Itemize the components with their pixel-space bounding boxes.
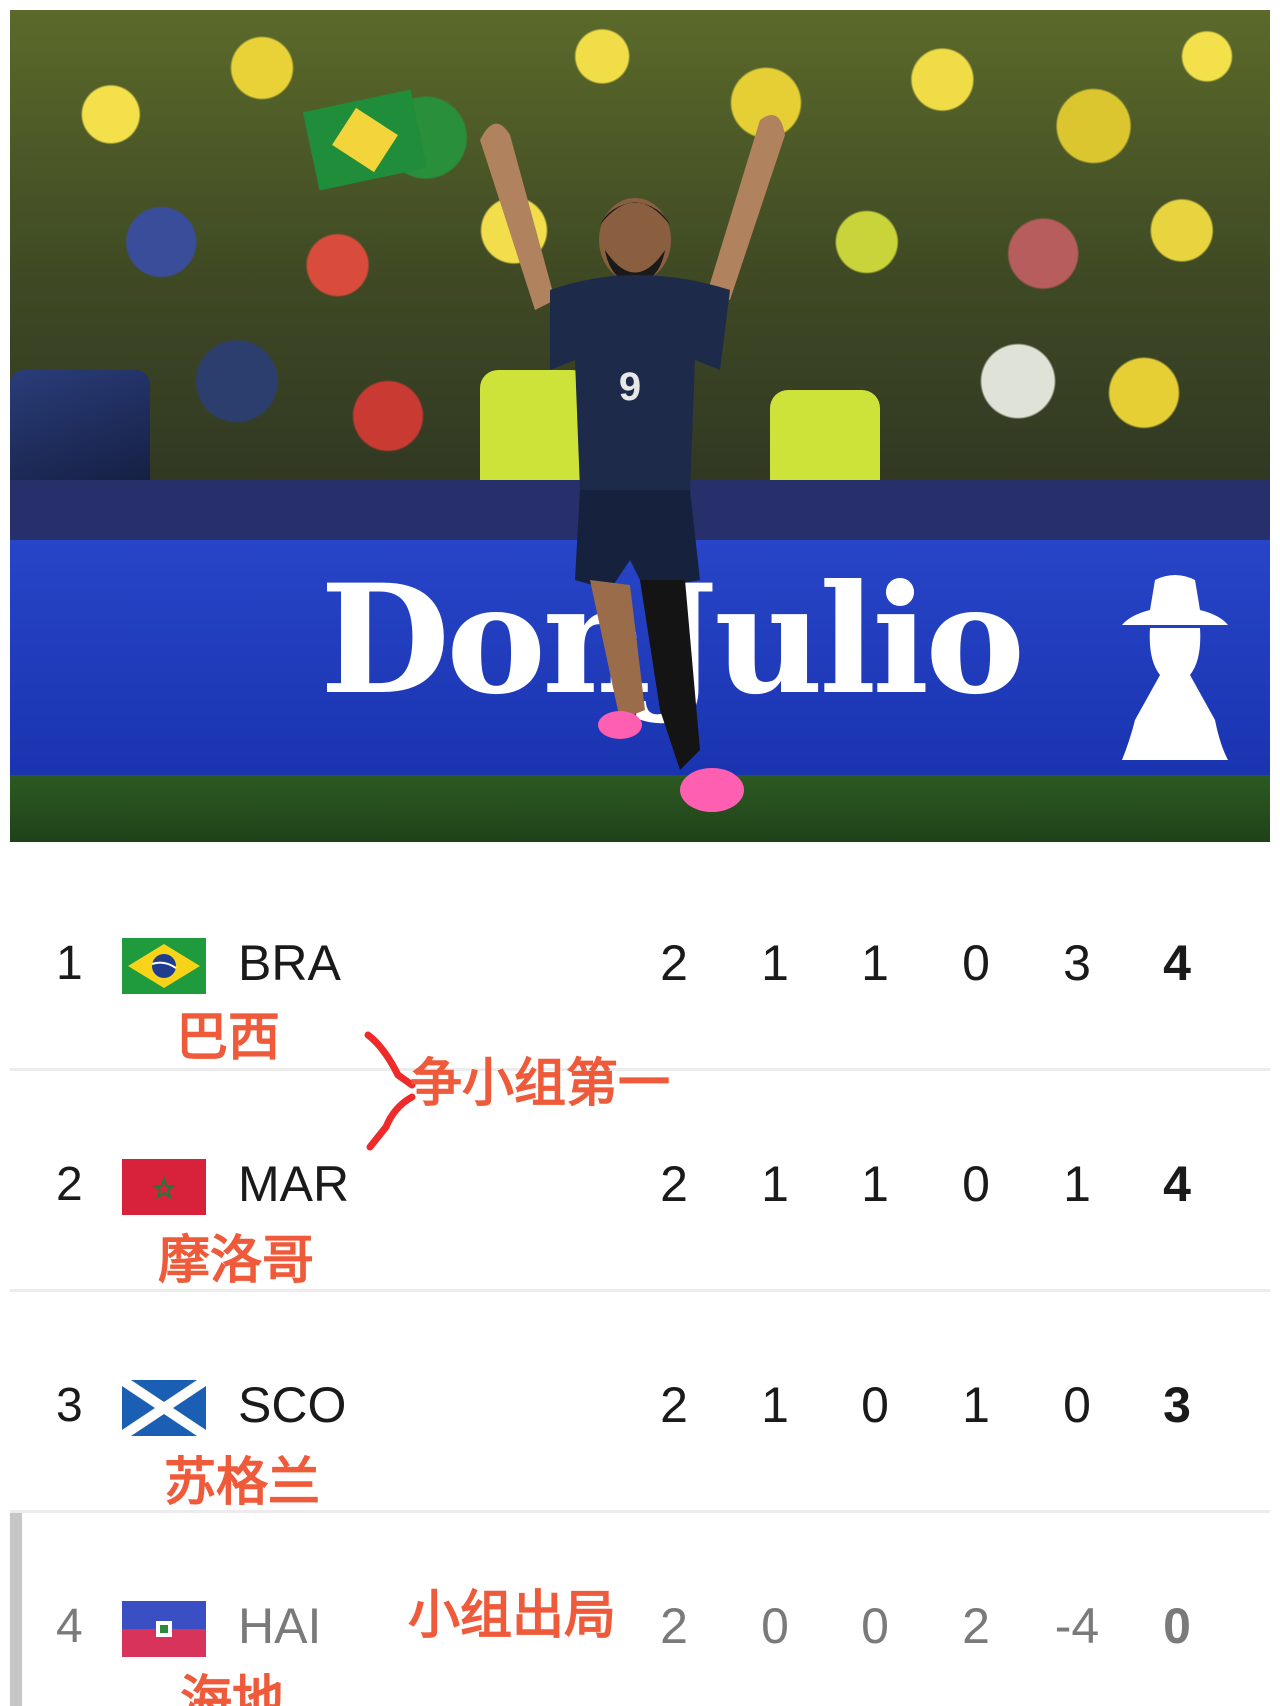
- shirt-number: 9: [619, 365, 641, 409]
- eliminated-note: 小组出局: [408, 1586, 617, 1646]
- drawn: 0: [861, 1377, 889, 1433]
- hat-figure-logo: [1122, 575, 1228, 760]
- points: 4: [1163, 935, 1191, 991]
- points: 3: [1163, 1377, 1191, 1433]
- won: 0: [761, 1598, 789, 1654]
- goal-difference: -4: [1054, 1598, 1100, 1654]
- played: 2: [660, 935, 688, 991]
- lost: 0: [962, 1156, 990, 1212]
- team-code: BRA: [238, 935, 341, 991]
- morocco-flag-icon: [122, 1159, 206, 1215]
- drawn: 1: [861, 1156, 889, 1212]
- rank: 1: [56, 937, 83, 990]
- drawn: 1: [861, 935, 889, 991]
- points: 4: [1163, 1156, 1191, 1212]
- played: 2: [660, 1377, 688, 1433]
- group-standings-table: 1 BRA 2 1 1 0 3 4 2 MAR 2 1 1 0 1 4 3 SC…: [10, 842, 1270, 1706]
- rank: 2: [56, 1158, 83, 1211]
- team-code: MAR: [238, 1156, 350, 1212]
- lost: 1: [962, 1377, 990, 1433]
- drawn: 0: [861, 1598, 889, 1654]
- played: 2: [660, 1156, 688, 1212]
- team-code: HAI: [238, 1598, 322, 1654]
- haiti-flag-icon: [122, 1601, 206, 1657]
- team-name-cn: 苏格兰: [164, 1453, 321, 1513]
- lost: 2: [962, 1598, 990, 1654]
- match-photo: DonJulio 9: [10, 10, 1270, 842]
- won: 1: [761, 1377, 789, 1433]
- won: 1: [761, 1156, 789, 1212]
- elimination-marker: [10, 1513, 22, 1706]
- goal-difference: 0: [1063, 1377, 1091, 1433]
- page: DonJulio 9 1: [0, 0, 1280, 1706]
- team-code: SCO: [238, 1377, 347, 1433]
- won: 1: [761, 935, 789, 991]
- played: 2: [660, 1598, 688, 1654]
- rank: 4: [56, 1600, 83, 1653]
- team-name-cn: 摩洛哥: [158, 1231, 315, 1291]
- group-lead-note: 争小组第一: [410, 1054, 671, 1114]
- rank: 3: [56, 1379, 83, 1432]
- goal-difference: 1: [1063, 1156, 1091, 1212]
- lost: 0: [962, 935, 990, 991]
- team-name-cn: 海地: [180, 1671, 285, 1706]
- scotland-flag-icon: [122, 1380, 206, 1436]
- goal-difference: 3: [1063, 935, 1091, 991]
- celebrating-player: 9: [480, 115, 785, 812]
- brazil-flag-icon: [122, 938, 206, 994]
- points: 0: [1163, 1598, 1191, 1654]
- team-name-cn: 巴西: [176, 1008, 281, 1068]
